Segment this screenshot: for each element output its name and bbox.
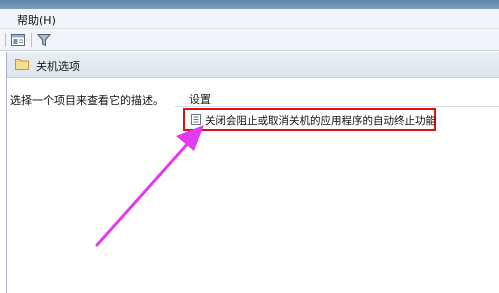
filter-icon[interactable] [36,32,52,48]
folder-title: 关机选项 [36,60,80,73]
folder-header: 关机选项 [7,52,499,78]
settings-pane: 设置 关闭会阻止或取消关机的应用程序的自动终止功能 [175,79,499,293]
policy-content-area: 关机选项 选择一个项目来查看它的描述。 设置 关闭会阻止或取消关机的应用程序的自… [6,52,499,293]
menu-bar: 帮助(H) [0,9,499,29]
settings-column-label: 设置 [189,93,211,106]
menu-help[interactable]: 帮助(H) [17,12,56,28]
toolbar-separator [5,33,6,47]
window-title-bar [0,0,499,9]
properties-view-icon[interactable] [10,32,26,48]
description-prompt: 选择一个项目来查看它的描述。 [10,94,164,107]
toolbar-separator [31,33,32,47]
toolbar [0,29,499,51]
policy-setting-icon [191,114,201,125]
setting-label: 关闭会阻止或取消关机的应用程序的自动终止功能 [205,115,436,127]
folder-icon [15,58,29,70]
setting-item-auto-termination[interactable]: 关闭会阻止或取消关机的应用程序的自动终止功能 [183,108,436,131]
settings-column-header[interactable]: 设置 [175,85,499,107]
